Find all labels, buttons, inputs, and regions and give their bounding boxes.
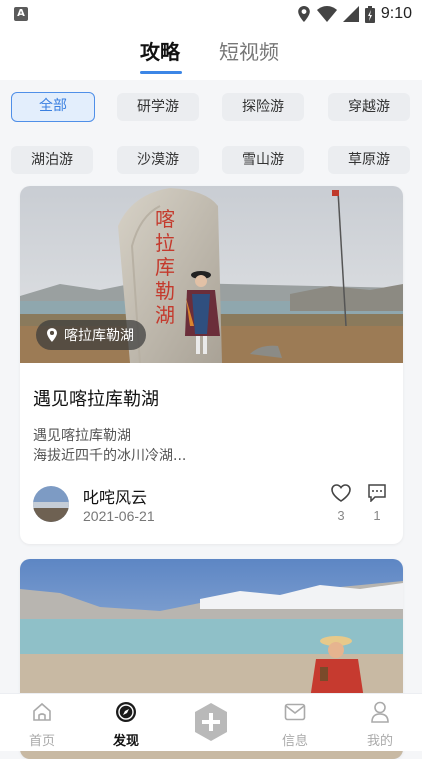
chip-grassland-tour[interactable]: 草原游 [328,146,410,174]
author-avatar[interactable] [33,486,69,522]
author-name[interactable]: 叱咤风云 [83,484,147,508]
category-filter: 全部 研学游 探险游 穿越游 湖泊游 沙漠游 雪山游 草原游 [0,80,422,184]
post-description-line: 海拔近四千的冰川冷湖... [33,448,187,464]
nav-messages[interactable]: 信息 [265,700,325,749]
chip-desert-tour[interactable]: 沙漠游 [117,146,199,174]
status-icons: 9:10 [297,4,412,24]
signal-icon [342,6,359,22]
home-icon [33,702,51,721]
bottom-navigation: 首页 发现 信息 我的 [0,693,422,751]
nav-label: 信息 [281,734,308,749]
active-tab-indicator [140,71,182,74]
post-description: 遇见喀拉库勒湖 海拔近四千的冰川冷湖... [33,426,373,466]
plus-icon [195,703,227,741]
app-notification-icon: A [14,7,28,21]
location-pin-icon [47,328,57,342]
chip-all[interactable]: 全部 [11,92,95,122]
nav-label: 我的 [366,734,393,749]
compass-icon [116,702,136,722]
nav-profile[interactable]: 我的 [350,700,410,749]
chip-adventure-tour[interactable]: 探险游 [222,93,304,121]
post-date: 2021-06-21 [83,508,155,524]
location-icon [298,6,310,22]
mail-icon [284,703,306,721]
wifi-icon [316,6,337,22]
status-bar: A 9:10 [0,0,422,28]
tab-guides[interactable]: 攻略 [140,36,180,65]
location-tag[interactable]: 喀拉库勒湖 [36,320,146,350]
like-button[interactable]: 3 [330,484,352,523]
post-title[interactable]: 遇见喀拉库勒湖 [33,385,159,411]
post-card[interactable]: 喀拉库勒湖 喀拉库勒湖 遇见喀拉库勒湖 遇见喀拉库勒湖 海拔近四千的冰川冷湖..… [20,186,403,544]
nav-label: 首页 [28,734,55,749]
heart-icon [331,484,351,502]
nav-discover[interactable]: 发现 [96,700,156,749]
location-label: 喀拉库勒湖 [64,328,134,344]
status-time: 9:10 [380,5,412,22]
tab-short-videos[interactable]: 短视频 [219,36,279,65]
user-icon [371,701,389,723]
chip-trekking-tour[interactable]: 穿越游 [328,93,410,121]
chip-study-tour[interactable]: 研学游 [117,93,199,121]
like-count: 3 [337,508,345,523]
chip-lake-tour[interactable]: 湖泊游 [11,146,93,174]
stone-inscription: 喀拉库勒湖 [155,207,175,327]
battery-icon [364,5,375,23]
nav-home[interactable]: 首页 [12,700,72,749]
comment-icon [368,484,386,503]
nav-publish[interactable] [181,702,241,742]
nav-label: 发现 [112,734,139,749]
post-description-line: 遇见喀拉库勒湖 [33,428,131,444]
chip-snow-mountain-tour[interactable]: 雪山游 [222,146,304,174]
comment-count: 1 [373,508,381,523]
comment-button[interactable]: 1 [366,484,388,523]
top-tab-bar: 攻略 短视频 [0,28,422,81]
